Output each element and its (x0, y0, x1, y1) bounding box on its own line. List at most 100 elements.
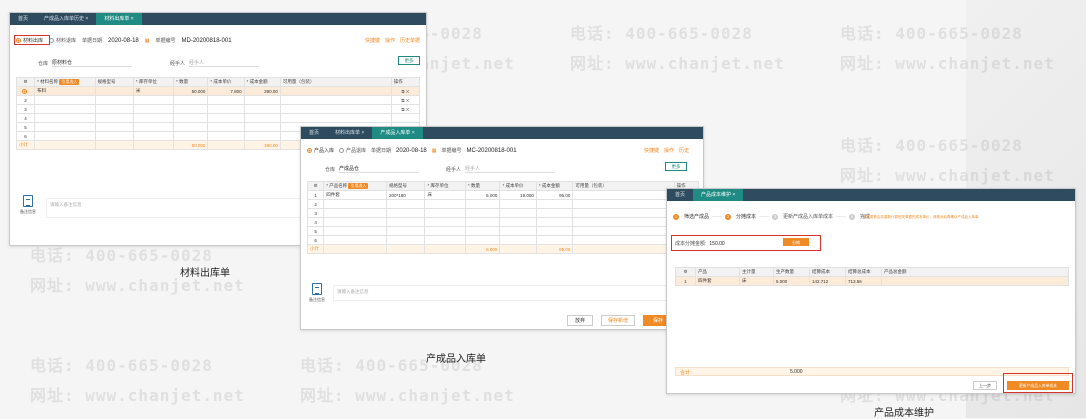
table-row[interactable]: 3 ⧉ ✕ (15, 104, 421, 114)
cell[interactable] (207, 95, 245, 105)
settings-icon[interactable]: ⚙ (306, 181, 325, 191)
cell[interactable] (464, 226, 501, 236)
cell[interactable] (323, 199, 387, 209)
cell[interactable] (94, 113, 134, 123)
cell[interactable] (207, 104, 245, 114)
cell[interactable] (173, 95, 209, 105)
cell[interactable] (572, 217, 675, 227)
cell[interactable] (464, 208, 501, 218)
cell[interactable] (499, 208, 537, 218)
cell[interactable] (535, 208, 574, 218)
cell[interactable] (572, 226, 675, 236)
settings-icon[interactable]: ⚙ (15, 77, 36, 87)
table-row[interactable]: 6 (306, 235, 700, 245)
cell[interactable] (173, 122, 209, 132)
warehouse-select[interactable]: 原材料仓 (52, 59, 133, 67)
cell[interactable] (279, 113, 392, 123)
cell[interactable] (207, 122, 245, 132)
calendar-icon[interactable]: ▦ (432, 148, 437, 154)
cell[interactable] (173, 113, 209, 123)
cell[interactable] (279, 95, 392, 105)
save-new-button[interactable]: 保存新增 (601, 315, 635, 326)
cell[interactable] (464, 217, 501, 227)
cell[interactable] (323, 208, 387, 218)
cell[interactable] (385, 217, 426, 227)
handler-input[interactable]: 经手人 (189, 59, 260, 67)
cell[interactable] (34, 113, 96, 123)
cell[interactable] (279, 86, 392, 96)
table-row[interactable]: 1 四件套 200*180 床 5.000 19.000 95.00 (306, 190, 700, 200)
cell[interactable]: 米 (132, 86, 175, 96)
cell[interactable]: 390.00 (243, 86, 281, 96)
cell[interactable]: 5.000 (773, 276, 810, 286)
delete-icon[interactable]: ✕ (406, 107, 409, 112)
cell[interactable] (243, 131, 281, 141)
cell[interactable] (572, 208, 675, 218)
cell[interactable] (94, 131, 134, 141)
cell[interactable] (173, 104, 209, 114)
cell[interactable] (464, 235, 501, 245)
ref-tag[interactable]: 引用选入 (348, 183, 369, 189)
cell[interactable] (243, 104, 281, 114)
more-button[interactable]: 更多 (398, 56, 420, 65)
cell[interactable]: 布料 (34, 86, 96, 96)
table-row[interactable]: 布料 米 50.000 7.800 390.00 ⧉ ✕ (15, 86, 421, 96)
cell[interactable] (535, 217, 574, 227)
cell[interactable] (132, 104, 175, 114)
cell[interactable]: 床 (424, 190, 466, 200)
tab-material-out[interactable]: 材料出库单 × (327, 127, 372, 139)
tab-product-in[interactable]: 产成品入库单 × (372, 127, 423, 139)
cell[interactable]: 7.800 (207, 86, 245, 96)
cell[interactable]: 四件套 (695, 276, 740, 286)
delete-icon[interactable]: ✕ (406, 89, 409, 94)
table-row[interactable]: 2 ⧉ ✕ (15, 95, 421, 105)
cell[interactable] (94, 122, 134, 132)
cell[interactable] (207, 131, 245, 141)
cell[interactable] (499, 217, 537, 227)
tab-home[interactable]: 首页 (667, 189, 693, 201)
prev-step-button[interactable]: 上一步 (973, 381, 997, 390)
operate-link[interactable]: 操作 (664, 147, 674, 154)
cell[interactable] (572, 190, 675, 200)
delete-icon[interactable]: ✕ (406, 98, 409, 103)
shortcut-link[interactable]: 快捷键 (644, 147, 659, 154)
cell[interactable] (535, 199, 574, 209)
cell[interactable]: 713.56 (845, 276, 882, 286)
cell[interactable] (385, 226, 426, 236)
remark-input[interactable]: 请输入备注信息 (333, 285, 693, 301)
cell[interactable] (323, 217, 387, 227)
cell[interactable] (243, 113, 281, 123)
table-row[interactable]: 4 (306, 217, 700, 227)
more-button[interactable]: 更多 (665, 162, 687, 171)
cell[interactable] (34, 104, 96, 114)
cell[interactable] (464, 199, 501, 209)
doc-no-value[interactable]: MD-20200818-001 (182, 38, 232, 44)
cell[interactable] (132, 95, 175, 105)
tab-home[interactable]: 首页 (301, 127, 327, 139)
cell[interactable] (323, 235, 387, 245)
cell[interactable] (881, 276, 1069, 286)
handler-input[interactable]: 经手人 (465, 165, 556, 173)
copy-icon[interactable]: ⧉ (401, 89, 404, 94)
warehouse-select[interactable]: 产成品仓 (339, 165, 420, 173)
table-row[interactable]: 4 (15, 113, 421, 123)
cell[interactable] (385, 208, 426, 218)
cell[interactable] (34, 95, 96, 105)
cell[interactable] (323, 226, 387, 236)
cell[interactable] (499, 226, 537, 236)
copy-icon[interactable]: ⧉ (401, 98, 404, 103)
cell[interactable]: 5.000 (464, 190, 501, 200)
cell[interactable] (132, 113, 175, 123)
shortcut-link[interactable]: 快捷键 (365, 37, 380, 44)
table-row[interactable]: 2 (306, 199, 700, 209)
cell[interactable] (535, 235, 574, 245)
cell[interactable] (243, 95, 281, 105)
cell[interactable] (173, 131, 209, 141)
cell[interactable] (424, 217, 466, 227)
cell[interactable] (132, 131, 175, 141)
tab-home[interactable]: 首页 (10, 13, 36, 25)
cell[interactable] (424, 226, 466, 236)
cell[interactable]: 床 (739, 276, 774, 286)
cell[interactable] (499, 199, 537, 209)
tab-product-in-history[interactable]: 产成品入库单历史 × (36, 13, 96, 25)
